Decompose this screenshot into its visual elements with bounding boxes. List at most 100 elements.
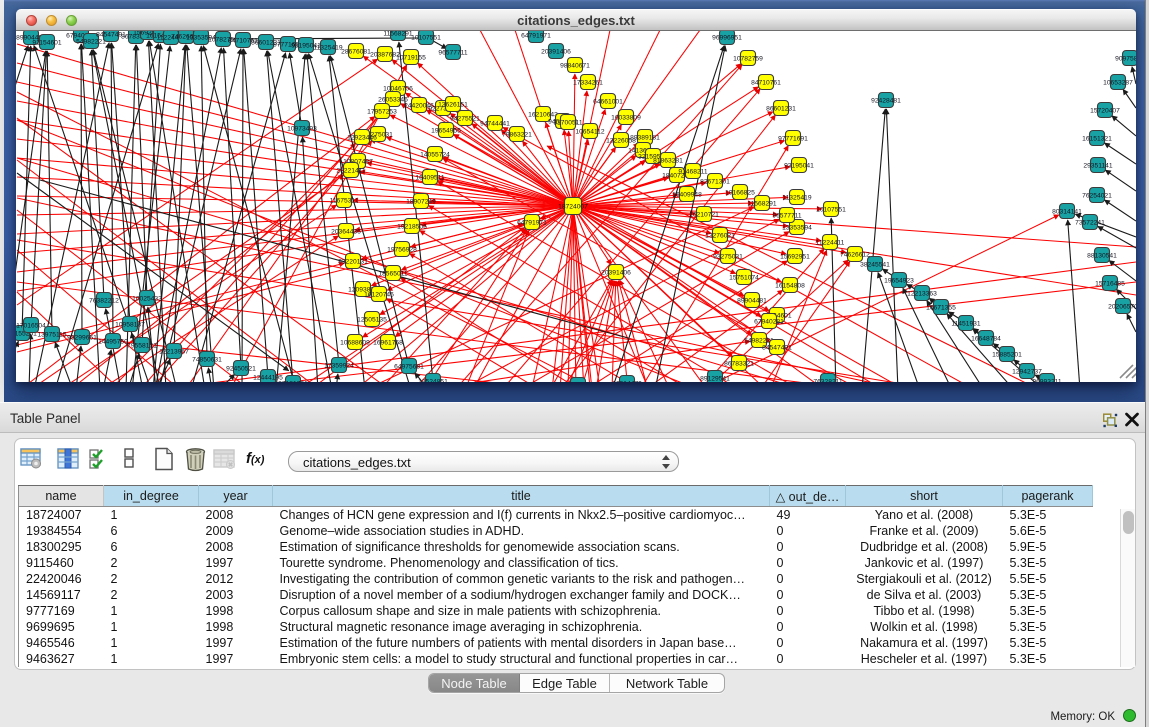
svg-text:17334261: 17334261 [573, 79, 603, 86]
svg-text:15720407: 15720407 [1090, 107, 1120, 114]
svg-text:17957253: 17957253 [367, 108, 397, 115]
svg-text:94744441: 94744441 [480, 120, 510, 127]
svg-text:76254021: 76254021 [1082, 192, 1112, 199]
svg-text:17016504: 17016504 [16, 322, 46, 329]
svg-text:76328211: 76328211 [813, 378, 843, 382]
svg-text:19654923: 19654923 [884, 277, 914, 284]
svg-text:93299661: 93299661 [67, 334, 97, 341]
svg-text:16210643: 16210643 [528, 111, 558, 118]
svg-text:64975681: 64975681 [394, 363, 424, 370]
svg-text:16120746: 16120746 [364, 291, 394, 298]
svg-text:19756928: 19756928 [387, 246, 417, 253]
svg-text:12923446: 12923446 [347, 134, 377, 141]
svg-text:11325419: 11325419 [782, 194, 812, 201]
svg-text:79863221: 79863221 [502, 131, 532, 138]
svg-text:86601231: 86601231 [766, 105, 796, 112]
svg-text:19166825: 19166825 [725, 189, 755, 196]
svg-text:27181701: 27181701 [278, 380, 308, 382]
svg-text:84547491: 84547491 [762, 344, 792, 351]
svg-text:20391406: 20391406 [541, 48, 571, 55]
svg-text:64791971: 64791971 [521, 32, 551, 39]
svg-text:11675311: 11675311 [330, 197, 359, 204]
svg-text:94275521: 94275521 [450, 115, 480, 122]
svg-text:10782759: 10782759 [733, 55, 763, 62]
svg-text:10654112: 10654112 [575, 128, 605, 135]
svg-text:10958187: 10958187 [115, 321, 145, 328]
svg-text:14055724: 14055724 [420, 151, 450, 158]
svg-text:10719155: 10719155 [396, 54, 426, 61]
svg-text:91468211: 91468211 [678, 168, 708, 175]
svg-text:16409948: 16409948 [672, 191, 702, 198]
svg-text:15751074: 15751074 [729, 274, 759, 281]
svg-text:11224411: 11224411 [816, 239, 845, 246]
svg-text:18907249: 18907249 [406, 198, 436, 205]
svg-text:12213967: 12213967 [159, 348, 189, 355]
svg-text:84710761: 84710761 [751, 79, 781, 86]
svg-text:11568291: 11568291 [383, 31, 413, 37]
svg-text:64661001: 64661001 [593, 98, 623, 105]
svg-text:16648784: 16648784 [971, 335, 1001, 342]
svg-text:93195041: 93195041 [784, 162, 814, 169]
svg-text:10653287: 10653287 [1103, 79, 1133, 86]
svg-text:18565011: 18565011 [378, 270, 408, 277]
svg-text:38245541: 38245541 [860, 261, 890, 268]
svg-text:13626151: 13626151 [438, 101, 468, 108]
svg-text:92428481: 92428481 [871, 97, 901, 104]
svg-text:11568291: 11568291 [747, 200, 777, 207]
svg-text:13276021: 13276021 [705, 232, 735, 239]
svg-text:93275031: 93275031 [713, 253, 743, 260]
svg-text:11325419: 11325419 [313, 44, 343, 51]
svg-text:11451931: 11451931 [951, 320, 981, 327]
svg-text:54982221: 54982221 [76, 38, 106, 45]
svg-text:89129541: 89129541 [700, 375, 730, 382]
svg-text:86783321: 86783321 [724, 360, 754, 367]
svg-text:16151321: 16151321 [1082, 135, 1112, 142]
svg-text:19218506: 19218506 [397, 223, 427, 230]
svg-text:12942737: 12942737 [1012, 368, 1042, 375]
svg-text:10025433: 10025433 [132, 295, 162, 302]
svg-text:17359924: 17359924 [324, 362, 354, 369]
svg-text:28676081: 28676081 [341, 48, 371, 55]
svg-text:12505135: 12505135 [357, 316, 387, 323]
svg-text:29351141: 29351141 [1083, 162, 1113, 169]
svg-text:97771691: 97771691 [778, 135, 808, 142]
svg-text:74850631: 74850631 [192, 356, 222, 363]
svg-text:16033809: 16033809 [611, 114, 641, 121]
svg-text:92450521: 92450521 [226, 365, 256, 372]
svg-text:25221411: 25221411 [336, 167, 366, 174]
svg-text:10107551: 10107551 [816, 206, 846, 213]
svg-text:19654955: 19654955 [431, 127, 461, 134]
svg-text:16961758: 16961758 [373, 339, 403, 346]
svg-text:67940281: 67940281 [754, 318, 784, 325]
svg-text:16409511: 16409511 [415, 174, 445, 181]
svg-text:96577711: 96577711 [438, 49, 468, 56]
svg-text:16914479: 16914479 [612, 380, 642, 382]
svg-text:16671355: 16671355 [926, 304, 956, 311]
svg-text:96993211: 96993211 [1032, 378, 1062, 382]
svg-text:16210721: 16210721 [689, 211, 719, 218]
svg-text:15716485: 15716485 [1095, 280, 1125, 287]
svg-text:90975887: 90975887 [1115, 55, 1136, 62]
svg-text:10973493: 10973493 [287, 125, 317, 132]
svg-text:12213363: 12213363 [907, 290, 937, 297]
svg-text:13524851: 13524851 [418, 378, 448, 382]
svg-text:74626612: 74626612 [840, 251, 870, 258]
svg-text:20206570: 20206570 [1108, 303, 1136, 310]
svg-text:14495750: 14495750 [98, 338, 128, 345]
svg-text:20364436: 20364436 [331, 228, 361, 235]
svg-text:64791971: 64791971 [517, 219, 547, 226]
svg-text:89904481: 89904481 [737, 297, 767, 304]
svg-text:89389181: 89389181 [630, 134, 660, 141]
svg-text:20391406: 20391406 [601, 269, 631, 276]
svg-text:96577711: 96577711 [772, 212, 802, 219]
svg-text:31700511: 31700511 [553, 119, 583, 126]
svg-text:16154808: 16154808 [775, 282, 805, 289]
svg-text:18724007: 18724007 [558, 203, 588, 210]
svg-text:10107551: 10107551 [411, 34, 441, 41]
svg-text:83220131: 83220131 [338, 258, 368, 265]
svg-text:81863281: 81863281 [653, 157, 683, 164]
svg-text:91154601: 91154601 [32, 39, 62, 46]
svg-text:80314141: 80314141 [1052, 208, 1082, 215]
svg-text:88130541: 88130541 [1087, 252, 1117, 259]
svg-text:76382212: 76382212 [89, 297, 119, 304]
